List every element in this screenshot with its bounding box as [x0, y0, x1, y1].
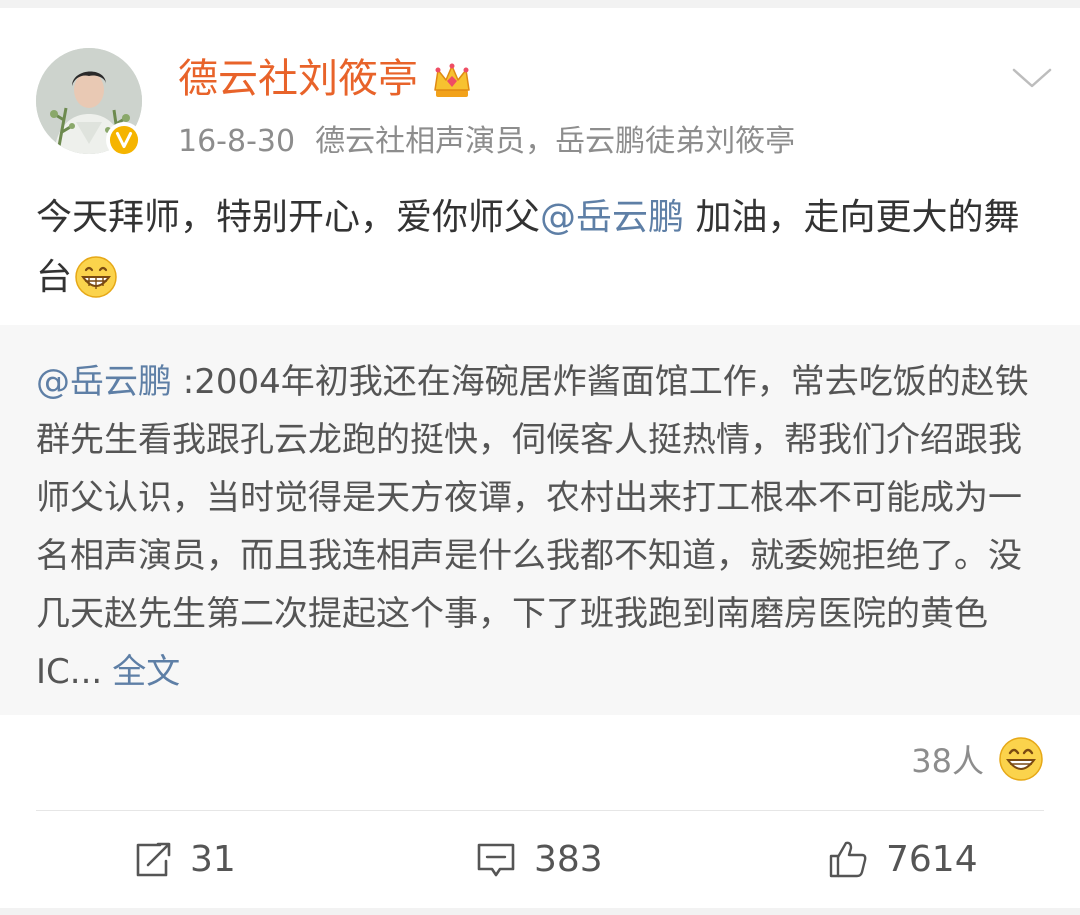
retweet-body: :2004年初我还在海碗居炸酱面馆工作，常去吃饭的赵铁群先生看我跟孔云龙跑的挺快…: [36, 362, 1029, 692]
reaction-emoji: [999, 737, 1043, 781]
weibo-post-card: 德云社刘筱亭 16-8-30 德云社相声演员，岳云鹏徒弟刘筱亭 今天拜师，特别开心…: [0, 8, 1080, 908]
verified-description: 德云社相声演员，岳云鹏徒弟刘筱亭: [315, 124, 796, 159]
chevron-down-icon[interactable]: [1012, 64, 1052, 92]
retweet-mention-link[interactable]: @岳云鹏: [36, 362, 172, 402]
full-text-link[interactable]: 全文: [112, 652, 180, 692]
post-text-part1: 今天拜师，特别开心，爱你师父: [36, 197, 541, 238]
grin-emoji: [75, 256, 117, 298]
retweet-text: @岳云鹏 :2004年初我还在海碗居炸酱面馆工作，常去吃饭的赵铁群先生看我跟孔云…: [36, 353, 1048, 701]
reactions-count: 38人: [911, 742, 984, 780]
repost-count: 31: [190, 838, 236, 880]
comment-button[interactable]: 383: [474, 834, 603, 884]
divider: [36, 810, 1044, 811]
retweet-box[interactable]: @岳云鹏 :2004年初我还在海碗居炸酱面馆工作，常去吃饭的赵铁群先生看我跟孔云…: [0, 325, 1080, 715]
like-icon: [829, 841, 867, 878]
like-count: 7614: [886, 838, 978, 880]
comment-icon: [477, 843, 515, 877]
repost-button[interactable]: 31: [130, 834, 236, 884]
post-text: 今天拜师，特别开心，爱你师父@岳云鹏 加油，走向更大的舞台: [36, 188, 1048, 308]
reactions-summary[interactable]: 38人: [911, 736, 1044, 782]
post-meta: 16-8-30 德云社相声演员，岳云鹏徒弟刘筱亭: [178, 122, 795, 162]
post-mention-link[interactable]: @岳云鹏: [540, 197, 684, 238]
post-date: 16-8-30: [178, 124, 296, 159]
repost-icon: [136, 842, 171, 877]
crown-icon[interactable]: [430, 60, 474, 100]
comment-count: 383: [534, 838, 603, 880]
verified-badge-icon: [106, 122, 142, 158]
author-name[interactable]: 德云社刘筱亭: [178, 54, 418, 104]
like-button[interactable]: 7614: [826, 834, 978, 884]
